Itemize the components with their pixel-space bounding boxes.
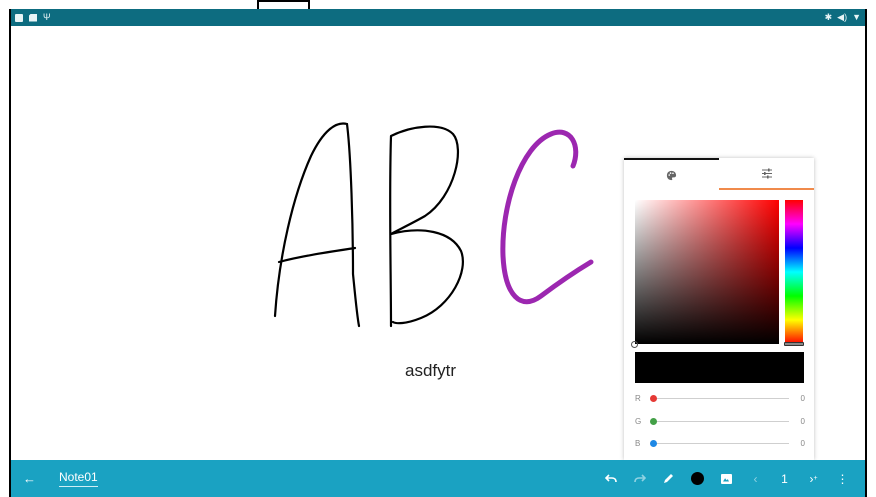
app-frame: Ψ ✱ ◀) ▼ asdfytr R 0 G 0 B 0 ← Note01 ‹ … <box>0 0 876 497</box>
frame-border <box>9 9 867 497</box>
window-tab <box>257 0 310 9</box>
